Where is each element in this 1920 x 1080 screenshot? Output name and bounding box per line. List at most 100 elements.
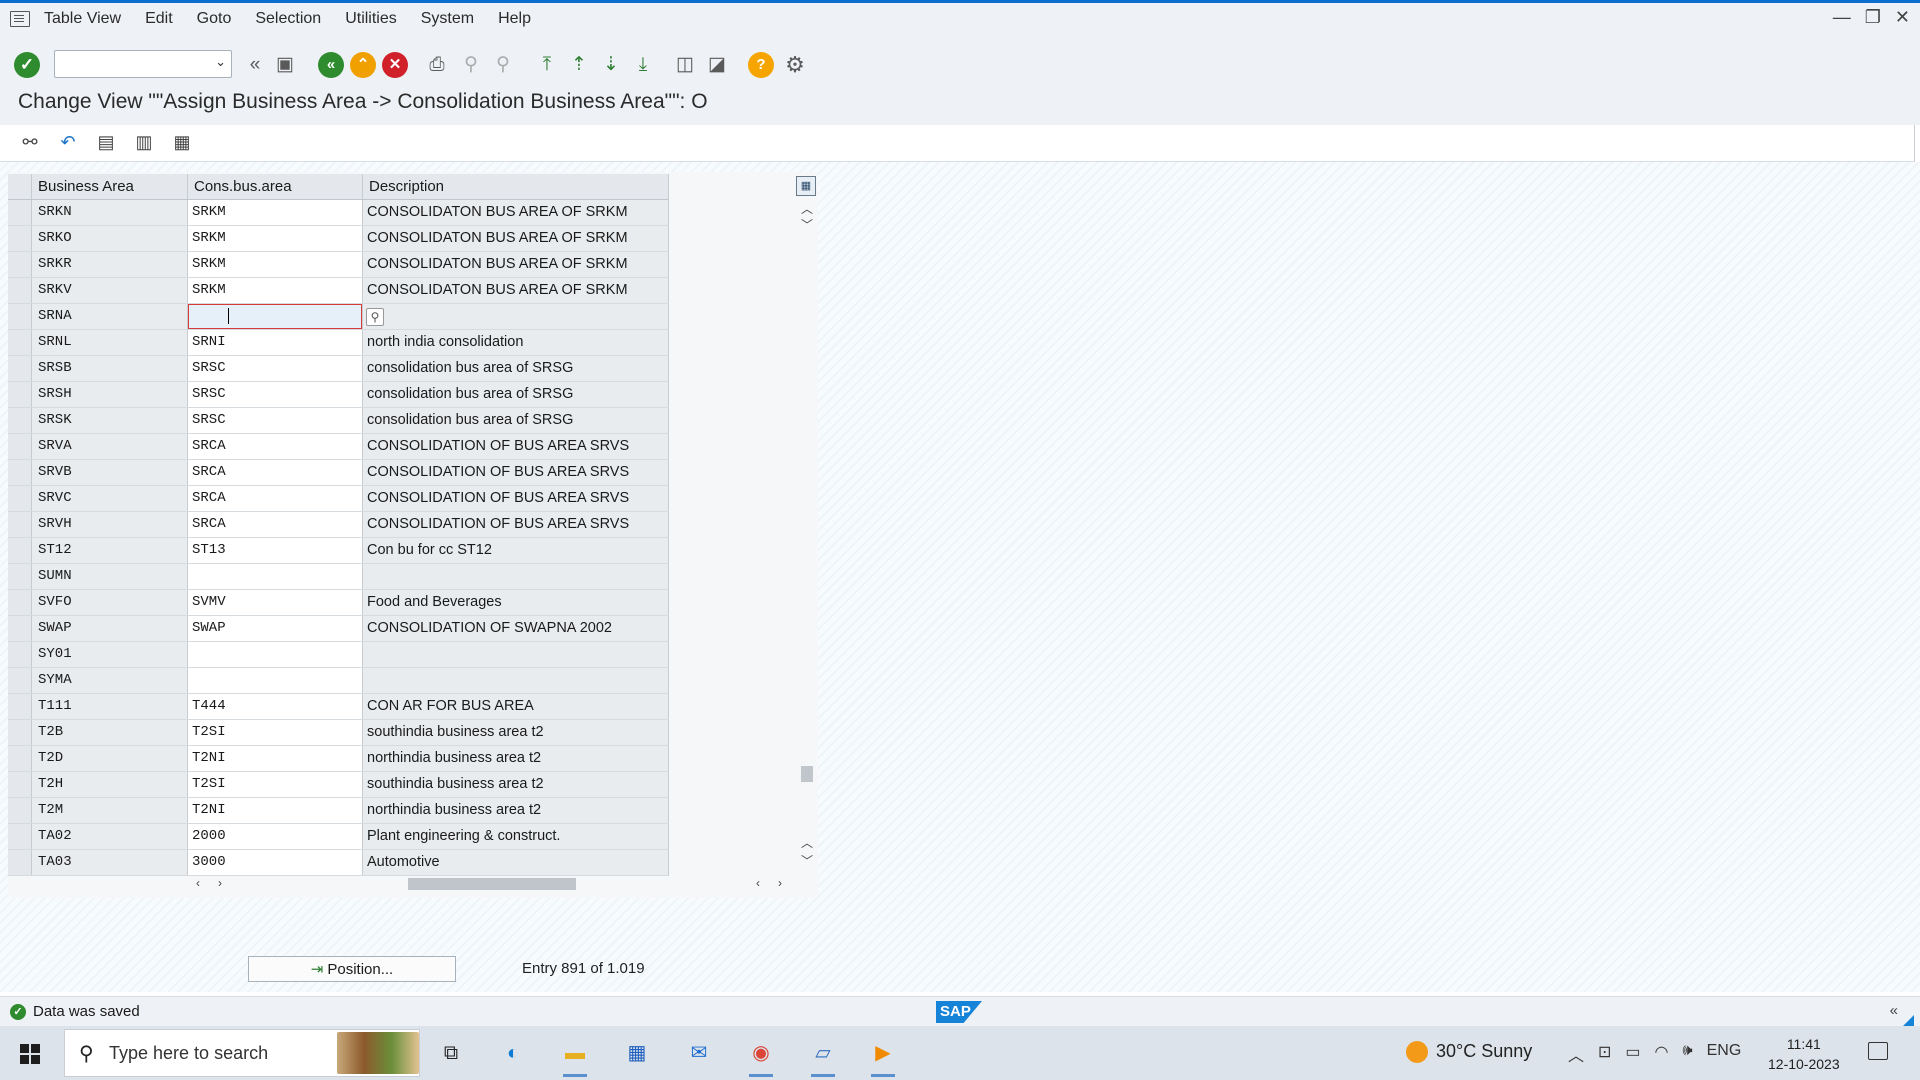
cell-cons-bus-area[interactable]: T2SI (188, 772, 363, 797)
header-cons-bus-area[interactable]: Cons.bus.area (188, 174, 363, 199)
new-session-icon[interactable]: ◫ (672, 52, 698, 78)
select-block-icon[interactable]: ▥ (132, 130, 156, 154)
cell-cons-bus-area[interactable]: 3000 (188, 850, 363, 875)
mail-icon[interactable]: ✉ (684, 1038, 714, 1068)
cell-cons-bus-area[interactable]: T444 (188, 694, 363, 719)
value-help-icon[interactable]: ⚲ (366, 308, 384, 326)
row-selector[interactable] (8, 850, 32, 875)
deselect-all-icon[interactable]: ▦ (170, 130, 194, 154)
chevron-down-icon[interactable]: ⌄ (215, 54, 226, 70)
row-selector[interactable] (8, 616, 32, 641)
row-selector[interactable] (8, 824, 32, 849)
menu-goto[interactable]: Goto (197, 10, 232, 28)
previous-page-icon[interactable]: ⇡ (566, 52, 592, 78)
wifi-icon[interactable]: ◠ (1655, 1042, 1669, 1066)
cell-cons-bus-area[interactable]: SRSC (188, 408, 363, 433)
close-icon[interactable]: ✕ (1895, 7, 1910, 28)
menu-edit[interactable]: Edit (145, 10, 173, 28)
row-selector[interactable] (8, 226, 32, 251)
language-indicator[interactable]: ENG (1707, 1042, 1742, 1066)
settings-icon[interactable]: ⚙ (782, 52, 808, 78)
next-page-icon[interactable]: ⇣ (598, 52, 624, 78)
cell-cons-bus-area[interactable]: SWAP (188, 616, 363, 641)
exit-icon[interactable]: ⌃ (350, 52, 376, 78)
row-selector[interactable] (8, 408, 32, 433)
minimize-icon[interactable]: — (1833, 7, 1851, 28)
undo-icon[interactable]: ↶ (56, 130, 80, 154)
cell-cons-bus-area[interactable]: SRCA (188, 486, 363, 511)
cell-cons-bus-area[interactable]: SVMV (188, 590, 363, 615)
taskbar-clock[interactable]: 11:41 12-10-2023 (1768, 1034, 1840, 1074)
scroll-right-end-icon[interactable]: › (778, 876, 782, 890)
cell-cons-bus-area[interactable]: SRKM (188, 200, 363, 225)
vertical-scroll-thumb[interactable] (801, 766, 813, 782)
scroll-up-icon[interactable]: ︿ (798, 200, 816, 217)
windows-start-icon[interactable] (20, 1044, 40, 1064)
collapse-toolbar-icon[interactable]: « (242, 52, 268, 78)
app-menu-icon[interactable] (10, 11, 30, 27)
restore-icon[interactable]: ❐ (1865, 7, 1881, 28)
show-hidden-icons-icon[interactable]: ︿ (1568, 1042, 1584, 1066)
volume-icon[interactable]: 🕪 (1683, 1042, 1693, 1066)
notifications-icon[interactable] (1868, 1042, 1888, 1060)
cell-cons-bus-area[interactable]: SRKM (188, 252, 363, 277)
cell-cons-bus-area[interactable]: SRKM (188, 278, 363, 303)
scroll-left-end-icon[interactable]: ‹ (756, 876, 760, 890)
page-down-icon[interactable]: ﹀ (798, 852, 816, 869)
cell-cons-bus-area[interactable]: 2000 (188, 824, 363, 849)
row-selector[interactable] (8, 590, 32, 615)
enter-icon[interactable]: ✓ (14, 52, 40, 78)
shortcut-icon[interactable]: ◪ (704, 52, 730, 78)
cell-cons-bus-area[interactable]: T2NI (188, 746, 363, 771)
row-selector[interactable] (8, 200, 32, 225)
row-selector[interactable] (8, 252, 32, 277)
taskbar-search-box[interactable]: ⚲ Type here to search (64, 1029, 420, 1077)
cell-cons-bus-area[interactable]: SRSC (188, 382, 363, 407)
file-explorer-icon[interactable]: ▬ (560, 1038, 590, 1077)
cell-cons-bus-area[interactable] (188, 564, 363, 589)
row-selector[interactable] (8, 460, 32, 485)
last-page-icon[interactable]: ⤓ (630, 52, 656, 78)
row-selector[interactable] (8, 330, 32, 355)
row-selector[interactable] (8, 772, 32, 797)
vertical-scrollbar[interactable]: ︿ ﹀ ︿ ﹀ (798, 200, 816, 870)
select-all-column[interactable] (8, 174, 32, 199)
horizontal-scrollbar[interactable]: ‹ › ‹ › (8, 874, 818, 894)
row-selector[interactable] (8, 798, 32, 823)
menu-table-view[interactable]: Table View (44, 10, 121, 28)
position-button[interactable]: ⇥ Position... (248, 956, 456, 982)
cell-cons-bus-area[interactable]: T2SI (188, 720, 363, 745)
scroll-right-icon[interactable]: › (218, 876, 222, 890)
menu-utilities[interactable]: Utilities (345, 10, 397, 28)
media-player-icon[interactable]: ▶ (868, 1038, 898, 1077)
page-up-icon[interactable]: ︿ (798, 834, 816, 851)
scroll-down-icon[interactable]: ﹀ (798, 216, 816, 233)
row-selector[interactable] (8, 382, 32, 407)
row-selector[interactable] (8, 694, 32, 719)
find-icon[interactable]: ⚲ (458, 52, 484, 78)
find-next-icon[interactable]: ⚲ (490, 52, 516, 78)
first-page-icon[interactable]: ⤒ (534, 52, 560, 78)
cell-cons-bus-area[interactable]: SRCA (188, 434, 363, 459)
cell-cons-bus-area[interactable]: T2NI (188, 798, 363, 823)
cell-cons-bus-area[interactable]: ST13 (188, 538, 363, 563)
row-selector[interactable] (8, 512, 32, 537)
status-message[interactable]: Data was saved (33, 1003, 140, 1020)
cell-cons-bus-area[interactable] (188, 668, 363, 693)
cell-cons-bus-area[interactable]: SRNI (188, 330, 363, 355)
cell-cons-bus-area[interactable] (188, 642, 363, 667)
row-selector[interactable] (8, 356, 32, 381)
save-icon[interactable]: ▣ (272, 52, 298, 78)
scroll-left-icon[interactable]: ‹ (196, 876, 200, 890)
menu-help[interactable]: Help (498, 10, 531, 28)
display-change-icon[interactable]: ⚯ (18, 130, 42, 154)
row-selector[interactable] (8, 486, 32, 511)
cell-cons-bus-area[interactable]: SRCA (188, 512, 363, 537)
meet-now-icon[interactable]: ⊡ (1598, 1042, 1611, 1066)
table-settings-icon[interactable]: ▦ (796, 176, 816, 196)
print-icon[interactable]: ⎙ (424, 52, 450, 78)
help-icon[interactable]: ? (748, 52, 774, 78)
menu-selection[interactable]: Selection (255, 10, 321, 28)
microsoft-store-icon[interactable]: ▦ (622, 1038, 652, 1068)
row-selector[interactable] (8, 668, 32, 693)
